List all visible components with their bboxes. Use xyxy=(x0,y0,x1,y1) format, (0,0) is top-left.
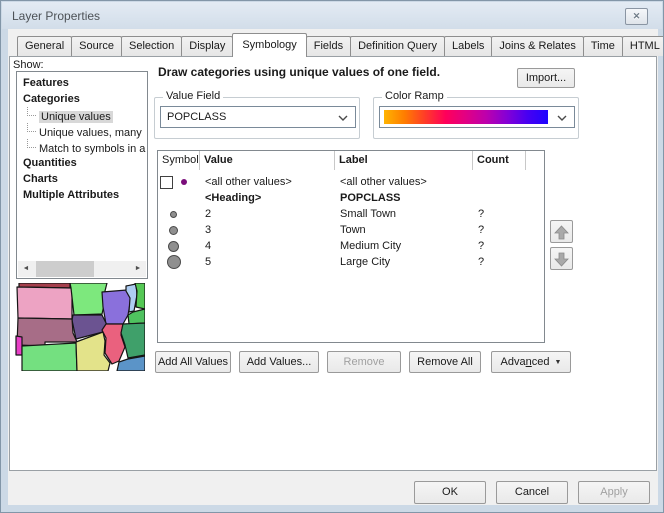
titlebar: Layer Properties ✕ xyxy=(2,2,662,29)
show-item-charts[interactable]: Charts xyxy=(17,171,147,187)
move-down-button[interactable] xyxy=(550,247,573,270)
tab-source[interactable]: Source xyxy=(71,36,122,56)
tab-fields[interactable]: Fields xyxy=(306,36,351,56)
tab-selection[interactable]: Selection xyxy=(121,36,182,56)
import-button[interactable]: Import... xyxy=(517,68,575,88)
add-values-button[interactable]: Add Values... xyxy=(239,351,319,373)
remove-all-button[interactable]: Remove All xyxy=(409,351,481,373)
tab-general[interactable]: General xyxy=(17,36,72,56)
tab-html-popup[interactable]: HTML Popup xyxy=(622,36,664,56)
tree-elbow-icon xyxy=(27,107,36,116)
table-row-medium-city[interactable]: 4 Medium City ? xyxy=(158,238,544,254)
layer-properties-dialog: Layer Properties ✕ General Source Select… xyxy=(0,0,664,513)
arrow-down-icon xyxy=(554,252,569,267)
horizontal-scrollbar[interactable]: ◄ ► xyxy=(18,261,146,277)
dropdown-caret-icon: ▼ xyxy=(555,359,562,366)
symbol-table: Symbol Value Label Count <all other valu… xyxy=(157,150,545,343)
advanced-button[interactable]: Advanced▼ xyxy=(491,351,571,373)
circle-symbol-icon[interactable] xyxy=(168,241,179,252)
show-item-match-symbols[interactable]: Match to symbols in a xyxy=(17,139,147,155)
value-field-group: Value Field POPCLASS xyxy=(154,97,360,139)
show-label: Show: xyxy=(13,59,44,71)
remove-button[interactable]: Remove xyxy=(327,351,401,373)
show-item-multiple-attributes[interactable]: Multiple Attributes xyxy=(17,187,147,203)
color-ramp-dropdown[interactable] xyxy=(379,106,575,128)
dialog-body: General Source Selection Display Symbolo… xyxy=(8,29,658,505)
window-title: Layer Properties xyxy=(12,9,100,23)
value-field-value: POPCLASS xyxy=(167,111,226,123)
tab-symbology[interactable]: Symbology xyxy=(232,33,306,57)
color-ramp-group: Color Ramp xyxy=(373,97,579,139)
chevron-down-icon xyxy=(338,115,348,121)
tab-time[interactable]: Time xyxy=(583,36,623,56)
show-tree-list: Features Categories Unique values Unique… xyxy=(16,71,148,279)
symbol-table-header: Symbol Value Label Count xyxy=(158,151,544,170)
move-up-button[interactable] xyxy=(550,220,573,243)
tab-display[interactable]: Display xyxy=(181,36,233,56)
value-field-legend: Value Field xyxy=(163,90,223,102)
value-field-dropdown[interactable]: POPCLASS xyxy=(160,106,356,128)
column-header-label: Label xyxy=(335,151,473,170)
column-header-value: Value xyxy=(200,151,335,170)
column-header-count: Count xyxy=(473,151,526,170)
color-ramp-legend: Color Ramp xyxy=(382,90,447,102)
scrollbar-thumb[interactable] xyxy=(36,261,94,277)
circle-symbol-icon[interactable] xyxy=(170,211,177,218)
ok-button[interactable]: OK xyxy=(414,481,486,504)
table-row-small-town[interactable]: 2 Small Town ? xyxy=(158,206,544,222)
table-row-town[interactable]: 3 Town ? xyxy=(158,222,544,238)
all-other-values-symbol-icon[interactable] xyxy=(181,179,187,185)
chevron-down-icon xyxy=(557,115,567,121)
show-item-quantities[interactable]: Quantities xyxy=(17,155,147,171)
arrow-up-icon xyxy=(554,225,569,240)
show-item-unique-values[interactable]: Unique values xyxy=(17,107,147,123)
color-ramp-swatch xyxy=(384,110,548,124)
symbology-tab-page: Show: Features Categories Unique values … xyxy=(9,56,657,471)
show-item-unique-values-many[interactable]: Unique values, many xyxy=(17,123,147,139)
close-icon[interactable]: ✕ xyxy=(625,8,648,25)
symbology-map-preview xyxy=(15,283,145,371)
scroll-right-icon[interactable]: ► xyxy=(130,261,146,277)
show-item-categories[interactable]: Categories xyxy=(17,91,147,107)
cancel-button[interactable]: Cancel xyxy=(496,481,568,504)
show-item-features[interactable]: Features xyxy=(17,75,147,91)
tab-strip: General Source Selection Display Symbolo… xyxy=(17,32,664,56)
column-header-symbol: Symbol xyxy=(158,151,200,170)
method-description: Draw categories using unique values of o… xyxy=(158,65,440,79)
scrollbar-track[interactable] xyxy=(34,261,130,277)
circle-symbol-icon[interactable] xyxy=(169,226,178,235)
tab-definition-query[interactable]: Definition Query xyxy=(350,36,445,56)
tree-elbow-icon xyxy=(27,139,36,148)
circle-symbol-icon[interactable] xyxy=(167,255,181,269)
tab-joins-relates[interactable]: Joins & Relates xyxy=(491,36,583,56)
tree-elbow-icon xyxy=(27,123,36,132)
table-row-heading[interactable]: <Heading> POPCLASS xyxy=(158,190,544,206)
add-all-values-button[interactable]: Add All Values xyxy=(155,351,231,373)
scroll-left-icon[interactable]: ◄ xyxy=(18,261,34,277)
all-other-values-checkbox[interactable] xyxy=(160,176,173,189)
table-row-all-other-values[interactable]: <all other values> <all other values> xyxy=(158,174,544,190)
tab-labels[interactable]: Labels xyxy=(444,36,492,56)
apply-button[interactable]: Apply xyxy=(578,481,650,504)
table-row-large-city[interactable]: 5 Large City ? xyxy=(158,254,544,270)
